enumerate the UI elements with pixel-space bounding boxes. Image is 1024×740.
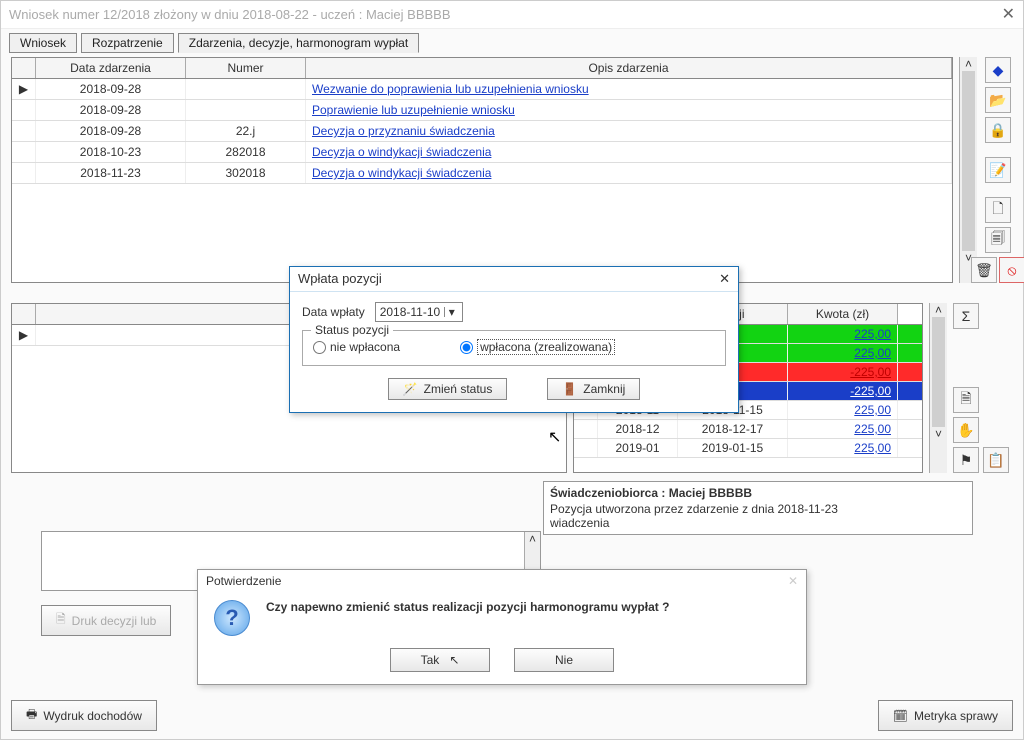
event-link[interactable]: Decyzja o windykacji świadczenia [312, 145, 491, 159]
book-icon[interactable]: ◆ [985, 57, 1011, 83]
cursor-icon: ↖ [449, 653, 459, 667]
modal-close-icon[interactable]: ✕ [719, 271, 730, 287]
confirm-text: Czy napewno zmienić status realizacji po… [266, 600, 669, 636]
schedule-icon[interactable]: 📋 [983, 447, 1009, 473]
chevron-down-icon[interactable]: ▾ [444, 307, 458, 317]
forbid-icon[interactable]: ⦸ [999, 257, 1024, 283]
recipient-info: Świadczeniobiorca : Maciej BBBBB Pozycja… [543, 481, 973, 535]
event-link[interactable]: Wezwanie do poprawienia lub uzupełnienia… [312, 82, 589, 96]
trash-icon[interactable]: 🗑 [971, 257, 997, 283]
status-fieldset: Status pozycji nie wpłacona wpłacona (zr… [302, 330, 726, 366]
confirm-close-icon[interactable]: ✕ [788, 574, 798, 588]
events-header: Data zdarzenia Numer Opis zdarzenia [12, 58, 952, 79]
modal-titlebar: Wpłata pozycji ✕ [290, 267, 738, 292]
cursor-icon: ↖ [548, 427, 561, 447]
col-num: Numer [186, 58, 306, 78]
close-icon[interactable]: ✕ [1002, 1, 1015, 28]
tab-rozpatrzenie[interactable]: Rozpatrzenie [81, 33, 174, 53]
events-row[interactable]: 2018-09-28 Poprawienie lub uzupełnienie … [12, 100, 952, 121]
sched-row[interactable]: 2018-12 2018-12-17 225,00 [574, 420, 922, 439]
col-date: Data zdarzenia [36, 58, 186, 78]
row-marker-icon: ▶ [12, 325, 36, 345]
events-row[interactable]: 2018-11-23 302018 Decyzja o windykacji ś… [12, 163, 952, 184]
event-link[interactable]: Decyzja o przyznaniu świadczenia [312, 124, 495, 138]
confirm-title: Potwierdzenie [206, 574, 281, 588]
print-decision-button[interactable]: 🗎 Druk decyzji lub [41, 605, 171, 636]
tab-wniosek[interactable]: Wniosek [9, 33, 77, 53]
col-kwota: Kwota (zł) [788, 304, 898, 324]
event-link[interactable]: Poprawienie lub uzupełnienie wniosku [312, 103, 515, 117]
radio-not-paid[interactable]: nie wpłacona [313, 339, 400, 355]
events-scrollbar[interactable]: ˄ ˅ [959, 57, 977, 283]
question-icon: ? [214, 600, 250, 636]
confirm-dialog: Potwierdzenie ✕ ? Czy napewno zmienić st… [197, 569, 807, 685]
events-row[interactable]: ▶ 2018-09-28 Wezwanie do poprawienia lub… [12, 79, 952, 100]
payment-date-field[interactable]: 2018-11-10 ▾ [375, 302, 464, 322]
calendar-icon: 🗓 [893, 709, 908, 723]
print-income-button[interactable]: 🖶 Wydruk dochodów [11, 700, 157, 731]
new-doc-icon[interactable]: 🗋 [985, 197, 1011, 223]
change-status-button[interactable]: 🪄 Zmień status [388, 378, 508, 400]
recipient-title: Świadczeniobiorca : Maciej BBBBB [550, 486, 966, 500]
window-title: Wniosek numer 12/2018 złożony w dniu 201… [9, 1, 451, 28]
doc-icon[interactable]: 🗎 [953, 387, 979, 413]
events-row[interactable]: 2018-09-28 22.j Decyzja o przyznaniu świ… [12, 121, 952, 142]
schedule-toolbar: Σ 🗎 ✋ ⚑ 📋 [953, 303, 1013, 473]
document-icon: 🗎 [56, 610, 66, 631]
sigma-icon[interactable]: Σ [953, 303, 979, 329]
payment-modal: Wpłata pozycji ✕ Data wpłaty 2018-11-10 … [289, 266, 739, 413]
confirm-titlebar: Potwierdzenie ✕ [198, 570, 806, 592]
door-icon: 🚪 [562, 382, 577, 396]
radio-paid[interactable]: wpłacona (zrealizowana) [460, 339, 615, 355]
close-modal-button[interactable]: 🚪 Zamknij [547, 378, 640, 400]
main-window: Wniosek numer 12/2018 złożony w dniu 201… [0, 0, 1024, 740]
info-line2: wiadczenia [550, 516, 966, 530]
tab-zdarzenia[interactable]: Zdarzenia, decyzje, harmonogram wypłat [178, 33, 419, 53]
flag-icon[interactable]: ⚑ [953, 447, 979, 473]
open-icon[interactable]: 📂 [985, 87, 1011, 113]
sched-scrollbar[interactable]: ˄ ˅ [929, 303, 947, 473]
no-button[interactable]: Nie [514, 648, 614, 672]
tab-bar: Wniosek Rozpatrzenie Zdarzenia, decyzje,… [9, 33, 1015, 53]
row-marker-icon: ▶ [12, 79, 36, 99]
case-metrics-button[interactable]: 🗓 Metryka sprawy [878, 700, 1013, 731]
copy-doc-icon[interactable]: 🗐 [985, 227, 1011, 253]
sched-row[interactable]: 2019-01 2019-01-15 225,00 [574, 439, 922, 458]
status-legend: Status pozycji [311, 323, 393, 337]
radio-not-paid-input[interactable] [313, 341, 326, 354]
lock-icon[interactable]: 🔒 [985, 117, 1011, 143]
yes-button[interactable]: Tak ↖ [390, 648, 490, 672]
events-grid[interactable]: Data zdarzenia Numer Opis zdarzenia ▶ 20… [11, 57, 953, 283]
label-payment-date: Data wpłaty [302, 305, 365, 319]
radio-paid-input[interactable] [460, 341, 473, 354]
notes-icon[interactable]: 📝 [985, 157, 1011, 183]
hand-icon[interactable]: ✋ [953, 417, 979, 443]
events-row[interactable]: 2018-10-23 282018 Decyzja o windykacji ś… [12, 142, 952, 163]
events-toolbar: ◆ 📂 🔒 📝 🗋 🗐 🗑 ⦸ [983, 57, 1013, 283]
info-line1: Pozycja utworzona przez zdarzenie z dnia… [550, 502, 966, 516]
wand-icon: 🪄 [403, 382, 418, 396]
modal-title: Wpłata pozycji [298, 271, 382, 287]
col-desc: Opis zdarzenia [306, 58, 952, 78]
event-link[interactable]: Decyzja o windykacji świadczenia [312, 166, 491, 180]
printer-icon: 🖶 [26, 705, 37, 726]
titlebar: Wniosek numer 12/2018 złożony w dniu 201… [1, 1, 1023, 29]
